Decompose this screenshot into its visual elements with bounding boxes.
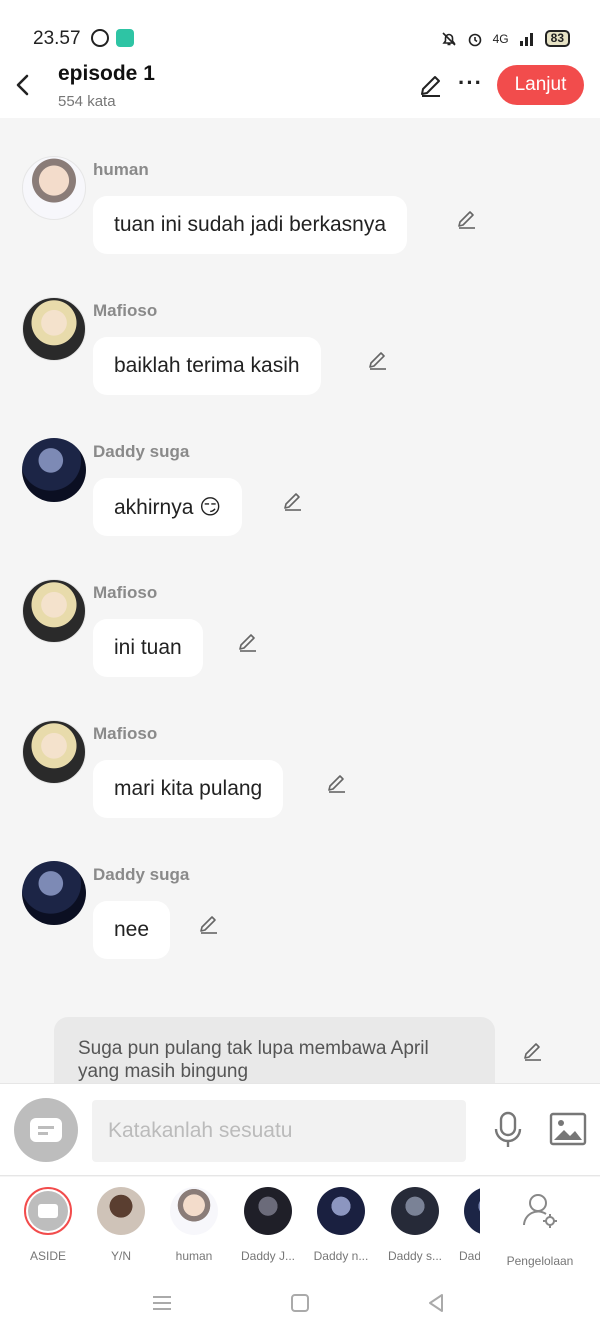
edit-message-icon[interactable] (367, 349, 389, 371)
menu-icon[interactable] (150, 1291, 174, 1315)
character-item[interactable]: human (159, 1187, 229, 1263)
avatar[interactable] (22, 438, 86, 502)
avatar[interactable] (22, 156, 86, 220)
character-item[interactable]: Dad (453, 1187, 480, 1263)
next-button[interactable]: Lanjut (497, 65, 584, 105)
avatar[interactable] (22, 861, 86, 925)
home-icon[interactable] (288, 1291, 312, 1315)
message-item: Daddy suga nee (22, 861, 582, 991)
signal-icon (519, 32, 533, 46)
aside-icon (24, 1187, 72, 1235)
whatsapp-icon (91, 29, 109, 47)
image-icon[interactable] (549, 1112, 587, 1146)
more-options-icon[interactable]: ··· (458, 70, 483, 96)
avatar (317, 1187, 365, 1235)
network-label: 4G (492, 31, 509, 46)
character-label: Daddy s... (387, 1249, 443, 1263)
microphone-icon[interactable] (490, 1110, 526, 1150)
user-settings-icon (523, 1194, 557, 1228)
avatar[interactable] (22, 579, 86, 643)
edit-message-icon[interactable] (456, 208, 478, 230)
character-label: Dad (459, 1249, 480, 1263)
message-bubble[interactable]: ini tuan (93, 619, 203, 677)
avatar (97, 1187, 145, 1235)
status-time: 23.57 (33, 28, 81, 49)
message-bubble[interactable]: mari kita pulang (93, 760, 284, 818)
character-aside[interactable]: ASIDE (13, 1187, 83, 1263)
status-icons: 4G 83 (441, 30, 570, 47)
input-bar (0, 1083, 600, 1176)
message-item: Mafioso ini tuan (22, 579, 582, 709)
character-selector: ASIDE Y/N human Daddy J... Daddy n... Da… (0, 1177, 600, 1273)
edit-title-icon[interactable] (418, 72, 444, 98)
battery-indicator: 83 (544, 30, 570, 47)
avatar (170, 1187, 218, 1235)
sender-name: Mafioso (93, 301, 158, 320)
avatar (391, 1187, 439, 1235)
sender-name: Mafioso (93, 724, 158, 743)
sender-name: Daddy suga (93, 865, 190, 884)
aside-icon (30, 1118, 62, 1142)
back-nav-icon[interactable] (424, 1291, 448, 1315)
word-count: 554 kata (58, 93, 116, 110)
page-title: episode 1 (58, 62, 155, 85)
edit-message-icon[interactable] (282, 490, 304, 512)
back-icon[interactable] (12, 70, 36, 100)
system-nav-bar (0, 1273, 600, 1333)
status-bar: 23.57 4G 83 (0, 0, 600, 56)
character-label: Daddy J... (240, 1249, 296, 1263)
character-item[interactable]: Y/N (86, 1187, 156, 1263)
avatar (244, 1187, 292, 1235)
sender-name: Daddy suga (93, 442, 190, 461)
character-item[interactable]: Daddy s... (380, 1187, 450, 1263)
header: episode 1 554 kata ··· Lanjut (0, 56, 600, 118)
character-item[interactable]: Daddy n... (306, 1187, 376, 1263)
edit-message-icon[interactable] (326, 772, 348, 794)
alarm-icon (468, 33, 481, 46)
character-label: human (175, 1249, 213, 1263)
edit-message-icon[interactable] (237, 631, 259, 653)
manage-label: Pengelolaan (506, 1254, 574, 1268)
message-item: Mafioso mari kita pulang (22, 720, 582, 850)
message-bubble[interactable]: nee (93, 901, 171, 959)
character-label: Daddy n... (313, 1249, 369, 1263)
character-item[interactable]: Daddy J... (233, 1187, 303, 1263)
message-bubble[interactable]: akhirnya 😏 (93, 478, 243, 536)
message-bubble[interactable]: baiklah terima kasih (93, 337, 321, 395)
sender-name: human (93, 160, 149, 179)
message-item: Mafioso baiklah terima kasih (22, 297, 582, 427)
message-item: Daddy suga akhirnya 😏 (22, 438, 582, 568)
aside-button[interactable] (14, 1098, 78, 1162)
edit-narration-icon[interactable] (522, 1040, 544, 1062)
chat-app-icon (116, 29, 134, 47)
chat-area: human tuan ini sudah jadi berkasnya Mafi… (0, 118, 600, 1083)
manage-characters-button[interactable]: Pengelolaan (500, 1187, 580, 1268)
avatar[interactable] (22, 720, 86, 784)
message-bubble[interactable]: tuan ini sudah jadi berkasnya (93, 196, 408, 254)
edit-message-icon[interactable] (198, 913, 220, 935)
sender-name: Mafioso (93, 583, 158, 602)
message-input[interactable] (92, 1100, 466, 1162)
message-item: human tuan ini sudah jadi berkasnya (22, 156, 582, 286)
mute-bell-icon (442, 31, 456, 46)
narration-bubble[interactable]: Suga pun pulang tak lupa membawa April y… (54, 1017, 495, 1083)
avatar[interactable] (22, 297, 86, 361)
avatar (464, 1187, 480, 1235)
character-label: ASIDE (29, 1249, 66, 1263)
character-label: Y/N (110, 1249, 131, 1263)
